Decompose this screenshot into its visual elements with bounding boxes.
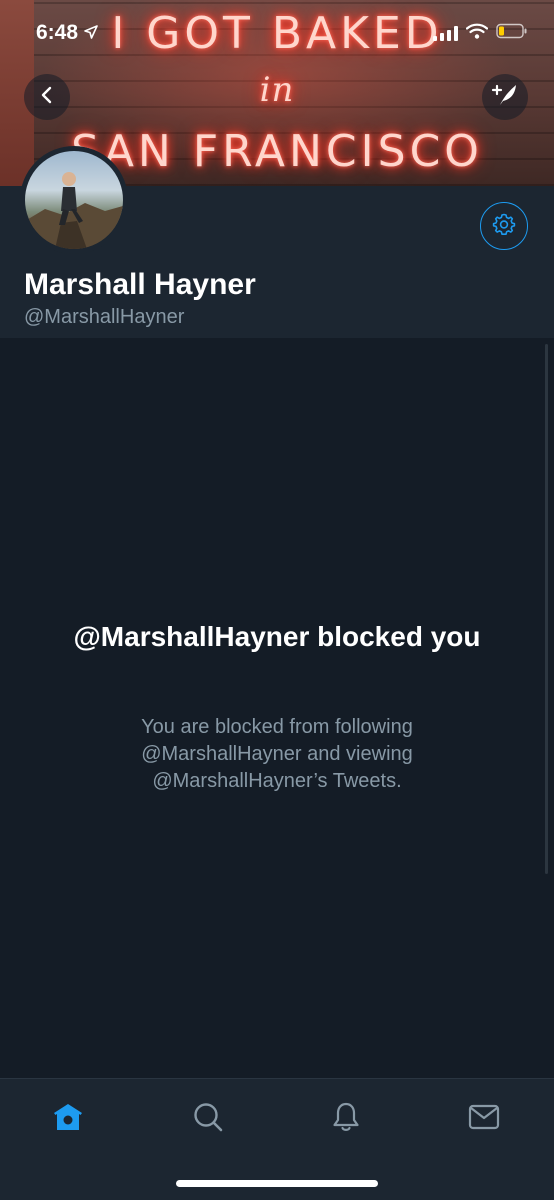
status-time-group: 6:48 — [36, 21, 98, 45]
tab-home[interactable] — [46, 1097, 90, 1141]
gear-icon — [491, 211, 517, 242]
compose-tweet-icon — [491, 82, 519, 113]
bell-icon — [330, 1101, 362, 1138]
envelope-icon — [468, 1103, 500, 1136]
tab-search[interactable] — [186, 1097, 230, 1141]
avatar[interactable] — [20, 146, 128, 254]
cellular-signal-icon — [433, 25, 458, 41]
profile-handle: @MarshallHayner — [24, 306, 185, 328]
tab-notifications[interactable] — [324, 1097, 368, 1141]
blocked-title: @MarshallHayner blocked you — [73, 621, 481, 652]
profile-screen: I GOT BAKED in SAN FRANCISCO 6:48 Marsha… — [0, 0, 554, 1200]
blocked-content-area: @MarshallHayner blocked you You are bloc… — [0, 338, 554, 1078]
tab-messages[interactable] — [462, 1097, 506, 1141]
chevron-left-icon — [37, 85, 57, 110]
compose-tweet-button[interactable] — [482, 74, 528, 120]
status-time: 6:48 — [36, 21, 79, 44]
home-icon — [52, 1102, 84, 1137]
battery-low-icon — [496, 23, 528, 44]
wifi-icon — [465, 23, 489, 44]
settings-button[interactable] — [480, 202, 528, 250]
status-bar: 6:48 — [0, 0, 554, 66]
location-arrow-icon — [84, 21, 98, 45]
blocked-message: You are blocked from following @Marshall… — [141, 716, 413, 792]
home-indicator[interactable] — [176, 1180, 378, 1187]
back-button[interactable] — [24, 74, 70, 120]
status-indicators — [433, 23, 528, 44]
neon-sign-line2: in — [259, 70, 295, 110]
profile-name: Marshall Hayner — [24, 268, 256, 301]
scrollbar[interactable] — [545, 344, 548, 874]
search-icon — [192, 1101, 224, 1138]
